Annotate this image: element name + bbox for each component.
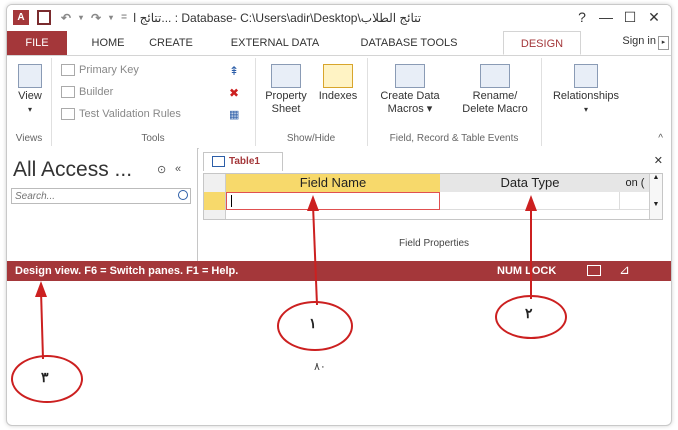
pointer-arrow-3 bbox=[35, 281, 47, 297]
pointer-arrow-2 bbox=[525, 195, 537, 211]
screenshot-frame: A ↶ ▾ ↷ ▾ = تتائج ا... : Database- C:\Us… bbox=[6, 4, 672, 426]
pointer-arrow-1 bbox=[307, 195, 319, 211]
annotation-number-3: ٣ bbox=[41, 369, 49, 385]
annotation-number-1: ١ bbox=[309, 315, 317, 331]
page-number: ٨٠ bbox=[314, 361, 326, 373]
pointer-line-1 bbox=[312, 204, 318, 306]
pointer-line-3 bbox=[40, 290, 44, 360]
annotation-layer bbox=[35, 195, 537, 360]
annotation-number-2: ٢ bbox=[525, 305, 533, 321]
